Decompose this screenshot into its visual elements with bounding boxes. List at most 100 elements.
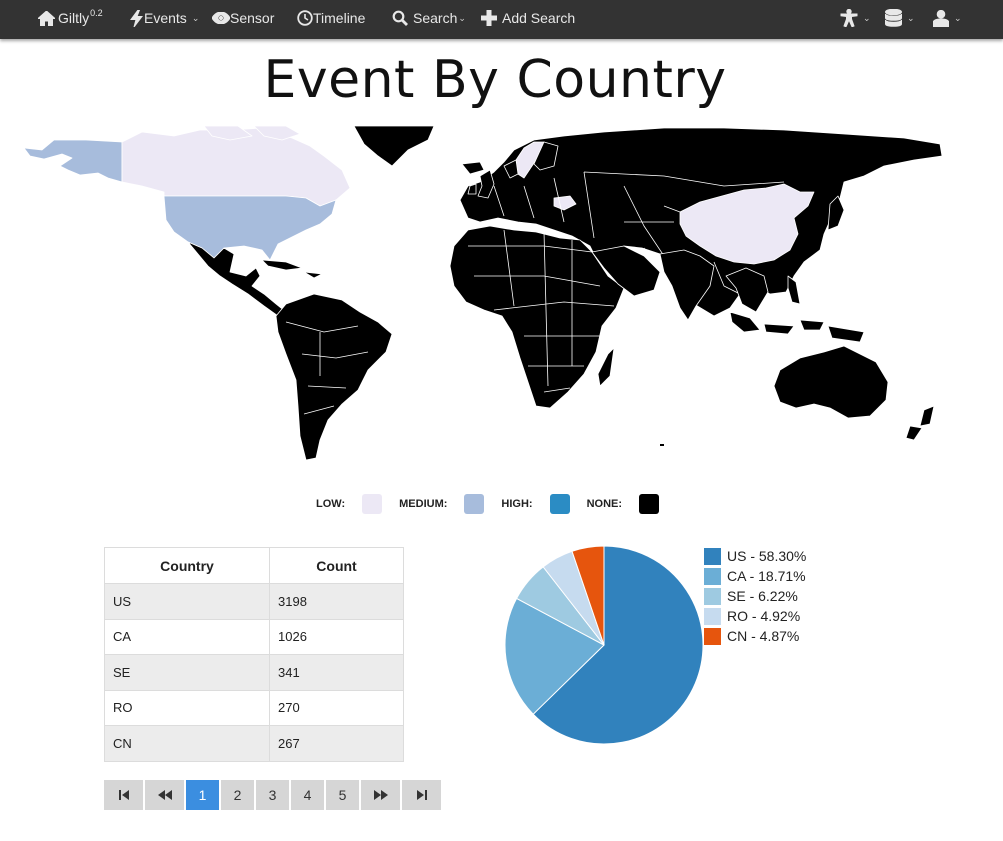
column-header-country[interactable]: Country — [104, 547, 270, 584]
table-row[interactable]: CA 1026 — [104, 618, 404, 655]
map-indonesia[interactable] — [729, 311, 865, 343]
fast-forward-icon — [373, 790, 388, 800]
brand-version: 0.2 — [90, 8, 103, 18]
pie-legend-label: CA - 18.71% — [727, 568, 806, 584]
nav-timeline-label: Timeline — [313, 10, 366, 26]
map-south-america[interactable] — [275, 293, 393, 461]
legend-high-swatch — [549, 494, 570, 514]
pie-legend-swatch — [704, 567, 721, 585]
legend-none-label: NONE: — [586, 498, 623, 510]
map-caribbean[interactable] — [261, 259, 323, 279]
nav-add-search-label: Add Search — [502, 10, 576, 26]
last-page-button[interactable] — [402, 780, 441, 810]
first-page-button[interactable] — [104, 780, 143, 810]
chevron-down-icon: ⌄ — [954, 12, 962, 23]
nav-events-label: Events — [144, 10, 187, 26]
page-button-5[interactable]: 5 — [326, 780, 359, 810]
pie-legend-label: US - 58.30% — [727, 548, 807, 564]
nav-events[interactable]: Events ⌄ — [130, 0, 199, 36]
pie-legend: US - 58.30% CA - 18.71% SE - 6.22% RO - … — [704, 546, 806, 646]
home-icon — [38, 10, 55, 26]
pagination: 1 2 3 4 5 — [104, 780, 443, 810]
nav-home[interactable]: Giltly 0.2 — [38, 0, 103, 36]
chevron-down-icon: ⌄ — [458, 12, 466, 23]
cell-count: 1026 — [269, 618, 404, 655]
pie-legend-item: US - 58.30% — [704, 546, 806, 566]
search-icon — [392, 10, 408, 26]
top-navbar: Giltly 0.2 Events ⌄ Sensor Timeline Searc… — [0, 0, 1003, 39]
page-button-4[interactable]: 4 — [291, 780, 324, 810]
nav-search-label: Search — [413, 10, 458, 26]
bolt-icon — [130, 9, 143, 27]
cell-country: SE — [104, 654, 270, 691]
map-antarctica[interactable] — [660, 444, 664, 446]
cell-country: CN — [104, 725, 270, 762]
next-page-button[interactable] — [361, 780, 400, 810]
cell-count: 3198 — [269, 583, 404, 620]
nav-sensor[interactable]: Sensor — [212, 0, 274, 36]
page-button-2[interactable]: 2 — [221, 780, 254, 810]
nav-search[interactable]: Search ⌄ — [392, 0, 466, 36]
pie-legend-item: CN - 4.87% — [704, 626, 806, 646]
map-country-australia[interactable] — [773, 345, 889, 419]
first-page-icon — [118, 790, 129, 800]
cell-count: 270 — [269, 689, 404, 726]
legend-low-swatch — [362, 494, 383, 514]
table-row[interactable]: US 3198 — [104, 583, 404, 620]
column-header-count[interactable]: Count — [269, 547, 404, 584]
table-header-row: Country Count — [104, 547, 404, 584]
map-country-greenland[interactable] — [353, 126, 435, 167]
page-button-1[interactable]: 1 — [186, 780, 219, 810]
cell-country: RO — [104, 689, 270, 726]
clock-icon — [297, 10, 313, 26]
page-title: Event By Country — [263, 50, 727, 110]
table-row[interactable]: SE 341 — [104, 654, 404, 691]
table-row[interactable]: CN 267 — [104, 725, 404, 762]
rewind-icon — [157, 790, 172, 800]
database-icon — [885, 9, 902, 27]
map-legend: LOW: MEDIUM: HIGH: NONE: — [316, 493, 676, 515]
chevron-down-icon: ⌄ — [863, 12, 871, 23]
nav-add-search[interactable]: Add Search — [481, 0, 575, 36]
map-country-madagascar[interactable] — [597, 347, 615, 387]
cell-country: CA — [104, 618, 270, 655]
country-table: Country Count US 3198 CA 1026 SE 341 RO … — [104, 547, 404, 762]
pie-legend-swatch — [704, 547, 721, 565]
cell-country: US — [104, 583, 270, 620]
map-country-philippines[interactable] — [787, 275, 801, 305]
nav-database-menu[interactable]: ⌄ — [885, 0, 915, 36]
map-country-canada[interactable] — [121, 127, 351, 207]
prev-page-button[interactable] — [145, 780, 184, 810]
accessibility-icon — [840, 9, 858, 27]
pie-legend-item: SE - 6.22% — [704, 586, 806, 606]
pie-legend-swatch — [704, 627, 721, 645]
pie-legend-label: RO - 4.92% — [727, 608, 801, 624]
page-button-3[interactable]: 3 — [256, 780, 289, 810]
pie-legend-swatch — [704, 607, 721, 625]
legend-low-label: LOW: — [316, 498, 346, 510]
map-country-us-alaska[interactable] — [24, 139, 123, 183]
table-row[interactable]: RO 270 — [104, 689, 404, 726]
map-country-iceland[interactable] — [461, 161, 485, 175]
world-map-svg — [24, 126, 943, 461]
nav-timeline[interactable]: Timeline — [297, 0, 365, 36]
pie-legend-swatch — [704, 587, 721, 605]
legend-none-swatch — [639, 494, 660, 514]
pie-legend-label: SE - 6.22% — [727, 588, 798, 604]
eye-icon — [212, 12, 230, 24]
pie-legend-item: RO - 4.92% — [704, 606, 806, 626]
legend-medium-swatch — [464, 494, 485, 514]
plus-icon — [481, 10, 497, 26]
pie-legend-item: CA - 18.71% — [704, 566, 806, 586]
pie-legend-label: CN - 4.87% — [727, 628, 800, 644]
chevron-down-icon: ⌄ — [191, 12, 200, 23]
map-country-new-zealand[interactable] — [905, 405, 935, 441]
map-country-usa[interactable] — [163, 195, 337, 261]
brand-label: Giltly — [58, 10, 90, 26]
nav-accessibility-menu[interactable]: ⌄ — [840, 0, 871, 36]
country-table-wrap: Country Count US 3198 CA 1026 SE 341 RO … — [104, 547, 404, 762]
nav-user-menu[interactable]: ⌄ — [933, 0, 962, 36]
last-page-icon — [416, 790, 427, 800]
cell-count: 267 — [269, 725, 404, 762]
legend-medium-label: MEDIUM: — [399, 498, 448, 510]
